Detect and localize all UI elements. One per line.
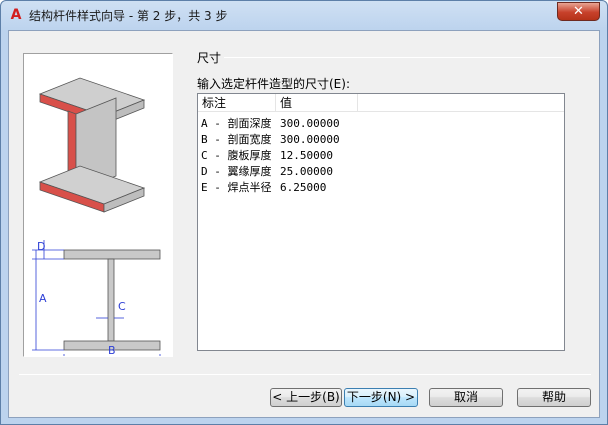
next-button[interactable]: 下一步(N) > <box>344 388 418 407</box>
section-divider <box>224 57 590 58</box>
dialog-body: D A C B 尺寸 输入选定杆件造型的尺寸(E): 标注 值 A - 剖面深度… <box>8 30 600 418</box>
dimension-value[interactable]: 300.00000 <box>280 116 340 132</box>
footer-divider <box>19 374 591 375</box>
close-icon: ✕ <box>573 4 584 19</box>
dimensions-prompt: 输入选定杆件造型的尺寸(E): <box>197 77 350 91</box>
dimension-label-b: B <box>108 344 116 357</box>
column-header-label[interactable]: 标注 <box>198 94 276 112</box>
column-header-value[interactable]: 值 <box>276 94 358 112</box>
dimension-value[interactable]: 12.50000 <box>280 148 333 164</box>
section-title: 尺寸 <box>197 51 222 65</box>
dimension-value[interactable]: 300.00000 <box>280 132 340 148</box>
dimension-label: E - 焊点半径 <box>201 181 272 194</box>
i-beam-3d-view <box>38 77 146 213</box>
i-beam-section-view <box>32 240 161 364</box>
list-item[interactable]: A - 剖面深度 300.00000 <box>198 116 564 132</box>
list-rows: A - 剖面深度 300.00000 B - 剖面宽度 300.00000 C … <box>198 116 564 196</box>
help-button[interactable]: 帮助 <box>517 388 591 407</box>
column-header-empty <box>358 94 564 112</box>
list-header: 标注 值 <box>198 94 564 112</box>
dimension-label: A - 剖面深度 <box>201 117 272 130</box>
dimension-label: B - 剖面宽度 <box>201 133 272 146</box>
dimension-label-d: D <box>37 240 46 253</box>
list-item[interactable]: B - 剖面宽度 300.00000 <box>198 132 564 148</box>
list-item[interactable]: D - 翼缘厚度 25.00000 <box>198 164 564 180</box>
dimension-value[interactable]: 25.00000 <box>280 164 333 180</box>
autocad-app-icon: A <box>10 7 22 23</box>
cancel-button[interactable]: 取消 <box>429 388 503 407</box>
i-beam-illustration <box>32 77 161 364</box>
dimension-label: C - 腹板厚度 <box>201 149 272 162</box>
wizard-window: A 结构杆件样式向导 - 第 2 步，共 3 步 ✕ D A C B 尺寸 输入… <box>0 0 608 425</box>
list-item[interactable]: E - 焊点半径 6.25000 <box>198 180 564 196</box>
dimension-label-c: C <box>118 300 126 313</box>
window-title: 结构杆件样式向导 - 第 2 步，共 3 步 <box>29 9 228 23</box>
back-button[interactable]: < 上一步(B) <box>270 388 342 407</box>
dimension-value[interactable]: 6.25000 <box>280 180 326 196</box>
dimension-label-a: A <box>39 292 47 305</box>
close-button[interactable]: ✕ <box>557 2 600 21</box>
member-preview-panel: D A C B <box>23 53 173 364</box>
dimension-label: D - 翼缘厚度 <box>201 165 272 178</box>
title-bar[interactable]: A 结构杆件样式向导 - 第 2 步，共 3 步 ✕ <box>1 1 607 29</box>
dimensions-list[interactable]: 标注 值 A - 剖面深度 300.00000 B - 剖面宽度 300.000… <box>197 93 565 351</box>
list-item[interactable]: C - 腹板厚度 12.50000 <box>198 148 564 164</box>
